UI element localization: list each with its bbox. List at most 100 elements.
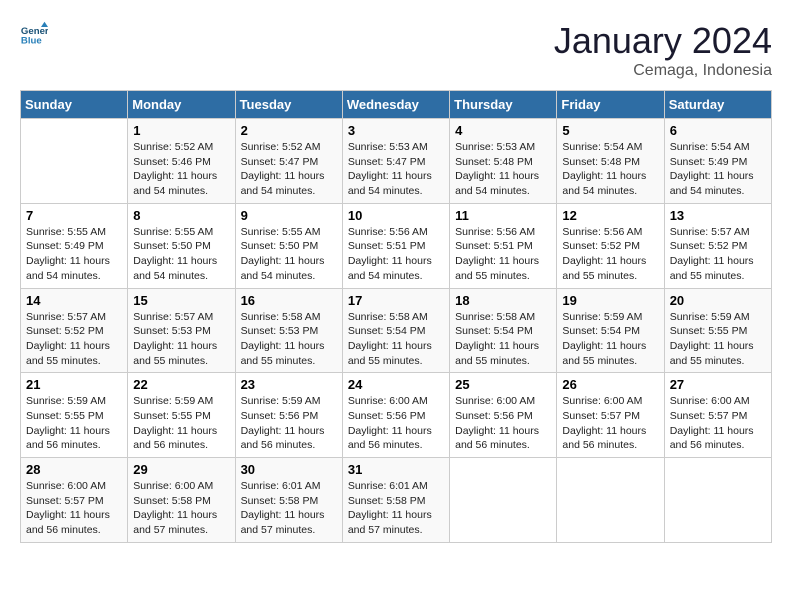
day-header-wednesday: Wednesday <box>342 91 449 119</box>
day-number: 30 <box>241 462 337 477</box>
day-number: 6 <box>670 123 766 138</box>
day-info: Sunrise: 5:57 AM Sunset: 5:52 PM Dayligh… <box>670 225 766 284</box>
logo-icon: General Blue <box>20 20 48 48</box>
day-cell: 17Sunrise: 5:58 AM Sunset: 5:54 PM Dayli… <box>342 288 449 373</box>
day-header-thursday: Thursday <box>450 91 557 119</box>
day-info: Sunrise: 6:00 AM Sunset: 5:57 PM Dayligh… <box>562 394 658 453</box>
day-number: 4 <box>455 123 551 138</box>
day-cell: 18 Sunrise: 5:58 AM Sunset: 5:54 PM Dayli… <box>450 288 557 373</box>
day-cell: 2Sunrise: 5:52 AM Sunset: 5:47 PM Daylig… <box>235 119 342 204</box>
day-cell <box>21 119 128 204</box>
day-number: 3 <box>348 123 444 138</box>
week-row-5: 28 Sunrise: 6:00 AM Sunset: 5:57 PM Dayli… <box>21 458 772 543</box>
day-info: Sunrise: 5:57 AM Sunset: 5:52 PM Dayligh… <box>26 310 122 369</box>
day-info: Sunrise: 5:59 AM Sunset: 5:55 PM Dayligh… <box>670 310 766 369</box>
svg-text:Blue: Blue <box>21 36 42 47</box>
day-number: 10 <box>348 208 444 223</box>
day-number: 21 <box>26 377 122 392</box>
day-cell: 5Sunrise: 5:54 AM Sunset: 5:48 PM Daylig… <box>557 119 664 204</box>
day-number: 12 <box>562 208 658 223</box>
day-info: Sunrise: 6:00 AM Sunset: 5:56 PM Dayligh… <box>348 394 444 453</box>
day-cell: 16 Sunrise: 5:58 AM Sunset: 5:53 PM Dayli… <box>235 288 342 373</box>
day-number: 9 <box>241 208 337 223</box>
day-info: Sunrise: 5:59 AM Sunset: 5:56 PM Dayligh… <box>241 394 337 453</box>
calendar-body: 1 Sunrise: 5:52 AM Sunset: 5:46 PM Daylig… <box>21 119 772 543</box>
day-info: Sunrise: 6:01 AM Sunset: 5:58 PM Dayligh… <box>241 479 337 538</box>
day-number: 28 <box>26 462 122 477</box>
day-number: 23 <box>241 377 337 392</box>
day-info: Sunrise: 5:59 AM Sunset: 5:55 PM Dayligh… <box>133 394 229 453</box>
day-cell: 11Sunrise: 5:56 AM Sunset: 5:51 PM Dayli… <box>450 203 557 288</box>
day-header-tuesday: Tuesday <box>235 91 342 119</box>
day-number: 2 <box>241 123 337 138</box>
week-row-3: 14Sunrise: 5:57 AM Sunset: 5:52 PM Dayli… <box>21 288 772 373</box>
day-number: 11 <box>455 208 551 223</box>
day-info: Sunrise: 6:00 AM Sunset: 5:57 PM Dayligh… <box>670 394 766 453</box>
calendar-subtitle: Cemaga, Indonesia <box>554 62 772 80</box>
day-info: Sunrise: 6:00 AM Sunset: 5:56 PM Dayligh… <box>455 394 551 453</box>
day-info: Sunrise: 5:59 AM Sunset: 5:54 PM Dayligh… <box>562 310 658 369</box>
day-cell: 12 Sunrise: 5:56 AM Sunset: 5:52 PM Dayli… <box>557 203 664 288</box>
day-info: Sunrise: 5:57 AM Sunset: 5:53 PM Dayligh… <box>133 310 229 369</box>
day-cell: 14Sunrise: 5:57 AM Sunset: 5:52 PM Dayli… <box>21 288 128 373</box>
day-cell: 28 Sunrise: 6:00 AM Sunset: 5:57 PM Dayli… <box>21 458 128 543</box>
day-cell: 25 Sunrise: 6:00 AM Sunset: 5:56 PM Dayli… <box>450 373 557 458</box>
day-info: Sunrise: 5:55 AM Sunset: 5:50 PM Dayligh… <box>241 225 337 284</box>
day-cell: 20 Sunrise: 5:59 AM Sunset: 5:55 PM Dayli… <box>664 288 771 373</box>
day-info: Sunrise: 5:58 AM Sunset: 5:54 PM Dayligh… <box>348 310 444 369</box>
day-number: 18 <box>455 293 551 308</box>
day-number: 1 <box>133 123 229 138</box>
week-row-1: 1 Sunrise: 5:52 AM Sunset: 5:46 PM Daylig… <box>21 119 772 204</box>
day-info: Sunrise: 5:53 AM Sunset: 5:47 PM Dayligh… <box>348 140 444 199</box>
day-cell: 31 Sunrise: 6:01 AM Sunset: 5:58 PM Dayli… <box>342 458 449 543</box>
day-number: 22 <box>133 377 229 392</box>
day-cell: 8 Sunrise: 5:55 AM Sunset: 5:50 PM Daylig… <box>128 203 235 288</box>
day-cell: 6Sunrise: 5:54 AM Sunset: 5:49 PM Daylig… <box>664 119 771 204</box>
day-number: 26 <box>562 377 658 392</box>
day-info: Sunrise: 5:58 AM Sunset: 5:53 PM Dayligh… <box>241 310 337 369</box>
day-cell: 26 Sunrise: 6:00 AM Sunset: 5:57 PM Dayli… <box>557 373 664 458</box>
day-info: Sunrise: 5:56 AM Sunset: 5:52 PM Dayligh… <box>562 225 658 284</box>
day-number: 16 <box>241 293 337 308</box>
day-number: 24 <box>348 377 444 392</box>
calendar-title: January 2024 <box>554 20 772 62</box>
day-cell: 23 Sunrise: 5:59 AM Sunset: 5:56 PM Dayli… <box>235 373 342 458</box>
calendar-header-row: SundayMondayTuesdayWednesdayThursdayFrid… <box>21 91 772 119</box>
day-cell <box>557 458 664 543</box>
day-info: Sunrise: 5:56 AM Sunset: 5:51 PM Dayligh… <box>348 225 444 284</box>
day-number: 13 <box>670 208 766 223</box>
day-cell: 3 Sunrise: 5:53 AM Sunset: 5:47 PM Daylig… <box>342 119 449 204</box>
day-info: Sunrise: 5:54 AM Sunset: 5:48 PM Dayligh… <box>562 140 658 199</box>
day-header-sunday: Sunday <box>21 91 128 119</box>
day-number: 25 <box>455 377 551 392</box>
day-cell: 29Sunrise: 6:00 AM Sunset: 5:58 PM Dayli… <box>128 458 235 543</box>
day-cell: 13 Sunrise: 5:57 AM Sunset: 5:52 PM Dayli… <box>664 203 771 288</box>
day-cell: 1 Sunrise: 5:52 AM Sunset: 5:46 PM Daylig… <box>128 119 235 204</box>
day-number: 8 <box>133 208 229 223</box>
day-cell: 22 Sunrise: 5:59 AM Sunset: 5:55 PM Dayli… <box>128 373 235 458</box>
day-cell <box>664 458 771 543</box>
day-cell: 24 Sunrise: 6:00 AM Sunset: 5:56 PM Dayli… <box>342 373 449 458</box>
day-number: 31 <box>348 462 444 477</box>
day-info: Sunrise: 6:00 AM Sunset: 5:58 PM Dayligh… <box>133 479 229 538</box>
day-cell: 10 Sunrise: 5:56 AM Sunset: 5:51 PM Dayli… <box>342 203 449 288</box>
logo: General Blue <box>20 20 48 48</box>
page-header: General Blue January 2024 Cemaga, Indone… <box>20 20 772 80</box>
day-info: Sunrise: 5:52 AM Sunset: 5:46 PM Dayligh… <box>133 140 229 199</box>
day-number: 20 <box>670 293 766 308</box>
day-cell: 27Sunrise: 6:00 AM Sunset: 5:57 PM Dayli… <box>664 373 771 458</box>
day-cell <box>450 458 557 543</box>
day-cell: 15 Sunrise: 5:57 AM Sunset: 5:53 PM Dayli… <box>128 288 235 373</box>
day-info: Sunrise: 5:53 AM Sunset: 5:48 PM Dayligh… <box>455 140 551 199</box>
day-cell: 4 Sunrise: 5:53 AM Sunset: 5:48 PM Daylig… <box>450 119 557 204</box>
day-number: 15 <box>133 293 229 308</box>
day-info: Sunrise: 6:00 AM Sunset: 5:57 PM Dayligh… <box>26 479 122 538</box>
day-info: Sunrise: 6:01 AM Sunset: 5:58 PM Dayligh… <box>348 479 444 538</box>
day-cell: 9 Sunrise: 5:55 AM Sunset: 5:50 PM Daylig… <box>235 203 342 288</box>
week-row-2: 7Sunrise: 5:55 AM Sunset: 5:49 PM Daylig… <box>21 203 772 288</box>
day-info: Sunrise: 5:58 AM Sunset: 5:54 PM Dayligh… <box>455 310 551 369</box>
calendar-table: SundayMondayTuesdayWednesdayThursdayFrid… <box>20 90 772 543</box>
day-info: Sunrise: 5:55 AM Sunset: 5:50 PM Dayligh… <box>133 225 229 284</box>
day-number: 19 <box>562 293 658 308</box>
day-number: 7 <box>26 208 122 223</box>
